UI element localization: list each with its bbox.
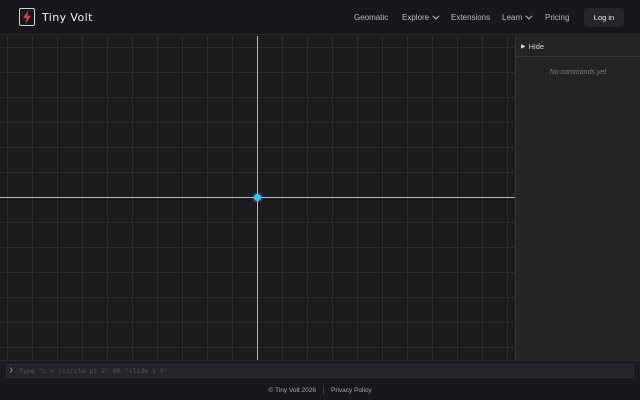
login-button[interactable]: Log in [584, 8, 624, 27]
empty-commands-message: No commands yet [549, 69, 607, 76]
command-input[interactable] [6, 364, 634, 378]
nav-explore-label: Explore [402, 13, 430, 22]
nav-learn[interactable]: Learn [502, 12, 545, 22]
top-navigation-bar: Tiny Volt Geomatic Explore Extensions Le… [0, 0, 640, 35]
prompt-chevron-icon: ❯ [9, 366, 14, 374]
nav-explore[interactable]: Explore [402, 12, 451, 22]
footer: © Tiny Volt 2026 Privacy Policy [0, 380, 640, 400]
nav-extensions-label: Extensions [451, 13, 491, 22]
command-bar [0, 360, 640, 380]
nav-learn-label: Learn [502, 13, 523, 22]
hide-panel-label: Hide [528, 41, 545, 51]
brand-name: Tiny Volt [42, 10, 93, 24]
lightning-bolt-icon [19, 8, 35, 26]
commands-panel: ▶ Hide No commands yet [515, 36, 640, 360]
brand-link[interactable]: Tiny Volt [19, 8, 93, 26]
graph-canvas[interactable] [0, 36, 515, 360]
nav-pricing-label: Pricing [545, 13, 570, 22]
origin-point[interactable] [254, 194, 261, 201]
nav-geomatic[interactable]: Geomatic [354, 13, 402, 22]
chevron-down-icon [525, 12, 533, 20]
main-nav: Geomatic Explore Extensions Learn Pricin… [354, 0, 569, 35]
hide-panel-button[interactable]: ▶ Hide [521, 42, 544, 51]
footer-copyright: © Tiny Volt 2026 [268, 386, 316, 394]
nav-extensions[interactable]: Extensions [451, 13, 502, 22]
nav-geomatic-label: Geomatic [354, 13, 389, 22]
nav-pricing[interactable]: Pricing [545, 13, 569, 22]
panel-header: ▶ Hide [516, 36, 640, 57]
play-triangle-icon: ▶ [521, 43, 526, 50]
chevron-down-icon [432, 12, 440, 20]
privacy-policy-link[interactable]: Privacy Policy [331, 387, 371, 394]
footer-divider [322, 385, 324, 395]
